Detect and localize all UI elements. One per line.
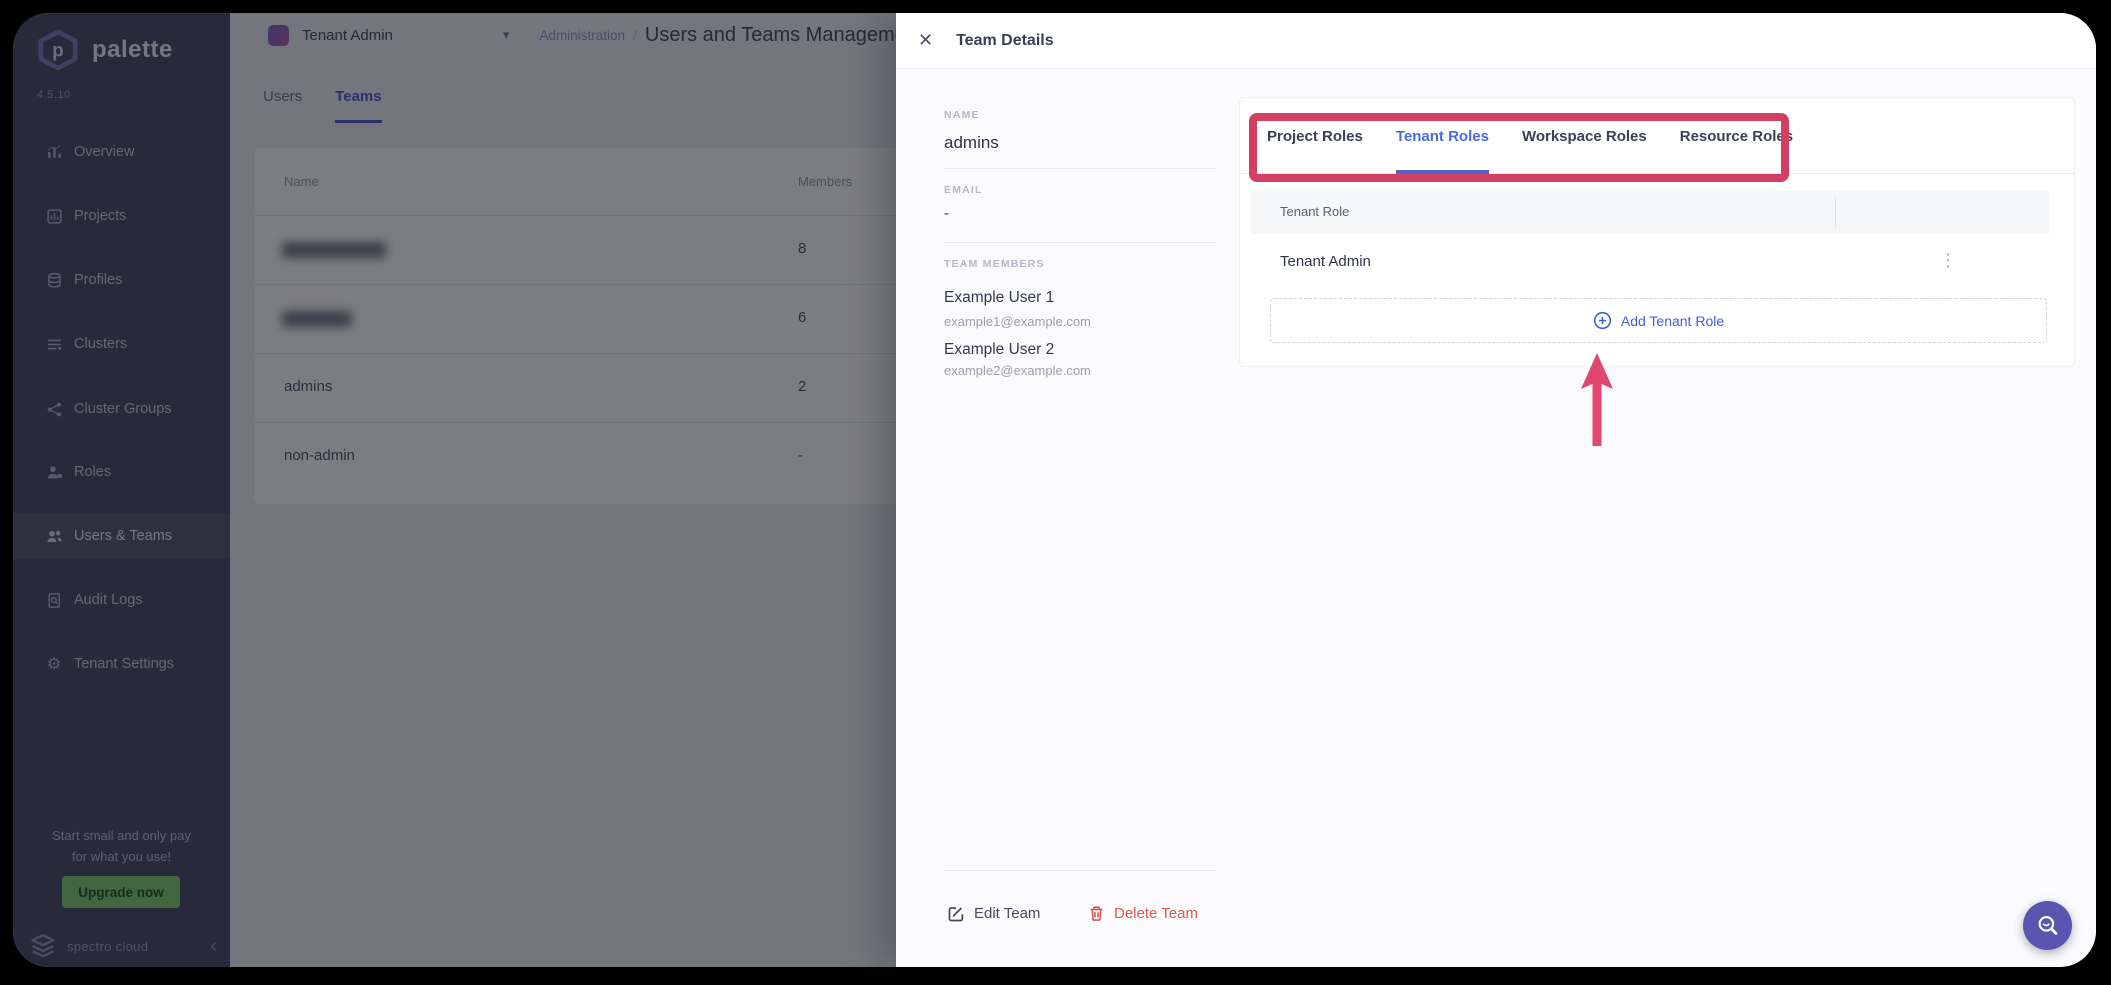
tab-resource-roles[interactable]: Resource Roles [1680,98,1793,174]
column-divider [1835,196,1836,229]
tab-tenant-roles[interactable]: Tenant Roles [1396,98,1489,174]
divider [944,168,1216,169]
screenshot-frame: p palette 4.5.10 Overview Projects [0,0,2111,985]
divider [944,870,1216,871]
edit-pencil-icon [948,905,965,922]
name-label: NAME [944,109,980,121]
team-details-drawer: ✕ Team Details NAME admins EMAIL - TEAM … [896,13,2096,967]
search-fab-button[interactable] [2023,901,2072,950]
team-members-label: TEAM MEMBERS [944,258,1045,270]
member-email: example1@example.com [944,314,1091,329]
member-email: example2@example.com [944,363,1091,378]
member-name: Example User 1 [944,289,1054,307]
roles-table-header: Tenant Role [1251,191,2049,234]
divider [944,242,1216,243]
add-tenant-role-button[interactable]: Add Tenant Role [1270,298,2047,343]
kebab-menu-icon[interactable]: ⋮ [1939,250,1957,271]
edit-team-button[interactable]: Edit Team [948,905,1040,922]
tab-project-roles[interactable]: Project Roles [1267,98,1363,174]
plus-circle-icon [1593,311,1612,330]
role-row[interactable]: Tenant Admin ⋮ [1251,234,2049,292]
drawer-title: Team Details [956,32,1054,50]
delete-team-label: Delete Team [1114,905,1198,922]
roles-card: Project Roles Tenant Roles Workspace Rol… [1239,97,2075,367]
tab-workspace-roles[interactable]: Workspace Roles [1522,98,1647,174]
column-header-tenant-role: Tenant Role [1280,204,1349,219]
email-value: - [944,205,949,222]
trash-icon [1088,905,1105,922]
add-tenant-role-label: Add Tenant Role [1621,313,1724,329]
close-icon[interactable]: ✕ [918,32,933,50]
app-window: p palette 4.5.10 Overview Projects [13,13,2096,967]
email-label: EMAIL [944,184,983,196]
member-name: Example User 2 [944,341,1054,359]
drawer-header: ✕ Team Details [896,13,2096,69]
magnifier-smile-icon [2035,913,2061,939]
edit-team-label: Edit Team [974,905,1040,922]
delete-team-button[interactable]: Delete Team [1088,905,1198,922]
name-value: admins [944,133,999,153]
role-tabs: Project Roles Tenant Roles Workspace Rol… [1240,98,2074,174]
role-name: Tenant Admin [1280,253,1371,270]
